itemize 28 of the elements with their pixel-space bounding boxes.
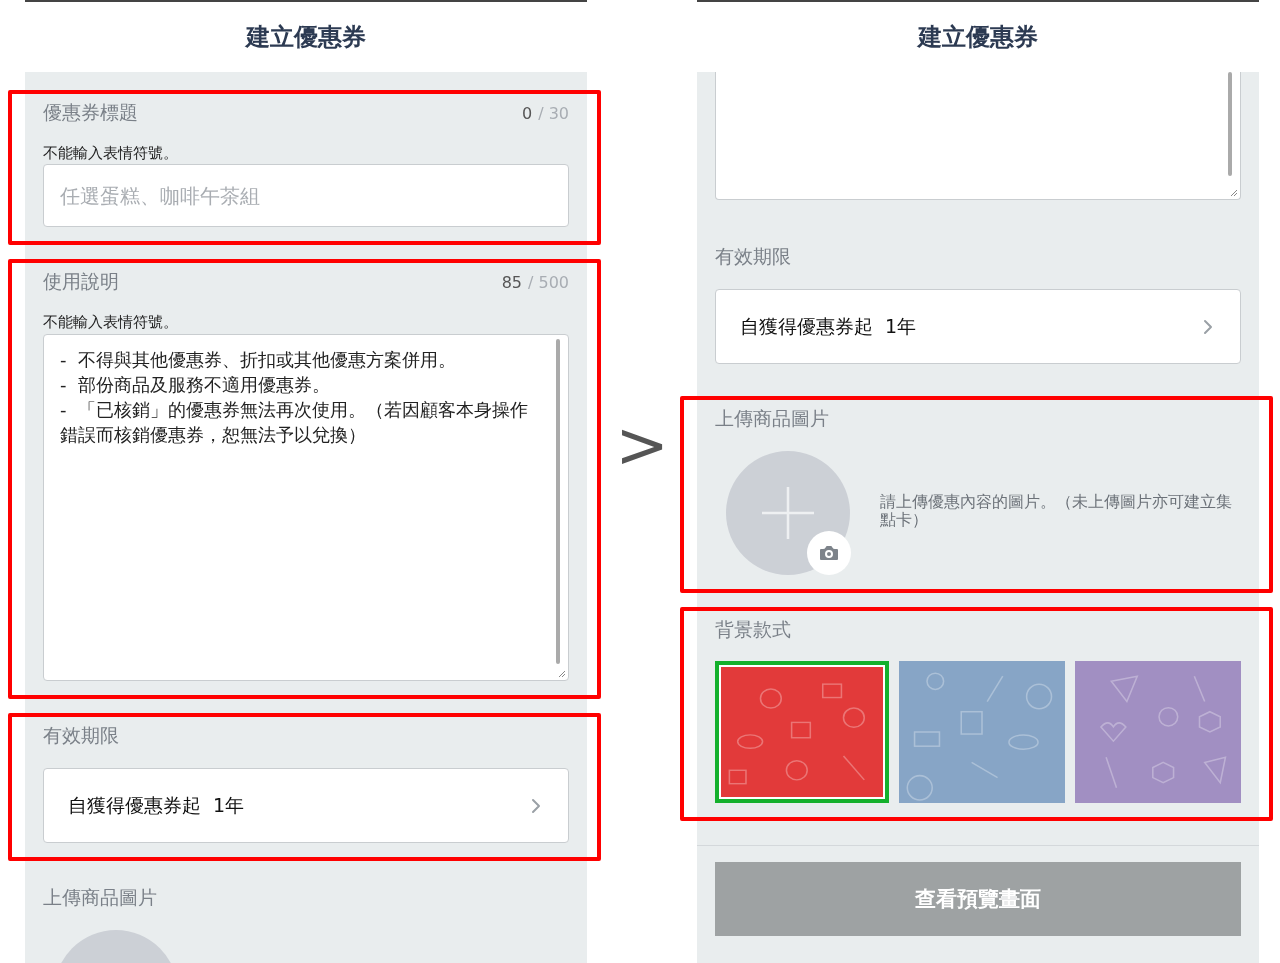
next-arrow: > <box>615 407 669 484</box>
resize-grip-icon[interactable] <box>558 670 566 678</box>
validity-select[interactable]: 自獲得優惠券起 1年 <box>43 768 569 843</box>
background-swatch[interactable] <box>715 661 889 803</box>
character-count: 85 <box>501 272 522 292</box>
page-title: 建立優惠券 <box>246 22 366 53</box>
resize-grip-icon[interactable] <box>1230 189 1238 197</box>
validity-select[interactable]: 自獲得優惠券起 1年 <box>715 289 1241 364</box>
character-limit: / 500 <box>528 272 569 292</box>
upload-hint: 請上傳優惠內容的圖片。（未上傳圖片亦可建立集點卡） <box>880 493 1233 529</box>
hint-text: 不能輸入表情符號。 <box>43 144 179 162</box>
hint-text: 不能輸入表情符號。 <box>43 313 179 331</box>
page-title: 建立優惠券 <box>918 22 1038 53</box>
field-label: 背景款式 <box>715 617 791 642</box>
background-swatch[interactable] <box>1075 661 1241 803</box>
field-label: 優惠券標題 <box>43 100 138 125</box>
field-label: 使用說明 <box>43 269 119 294</box>
background-swatch[interactable] <box>899 661 1065 803</box>
plus-icon <box>762 487 814 539</box>
character-count: 0 <box>521 103 533 123</box>
description-field[interactable]: - 不得與其他優惠券、折扣或其他優惠方案併用。 - 部份商品及服務不適用優惠券。 - 「已核銷」的優惠券無法再次使用。（若因顧客本身操作錯誤而核銷優惠券，恕無法予以兌換） <box>43 334 569 681</box>
title-input-field[interactable]: 任選蛋糕、咖啡午茶組 <box>43 164 569 227</box>
field-label: 上傳商品圖片 <box>43 885 157 910</box>
field-label: 有效期限 <box>43 723 119 748</box>
field-label: 有效期限 <box>715 244 791 269</box>
description-field[interactable] <box>715 72 1241 200</box>
character-limit: / 30 <box>538 103 569 123</box>
field-label: 上傳商品圖片 <box>715 406 829 431</box>
